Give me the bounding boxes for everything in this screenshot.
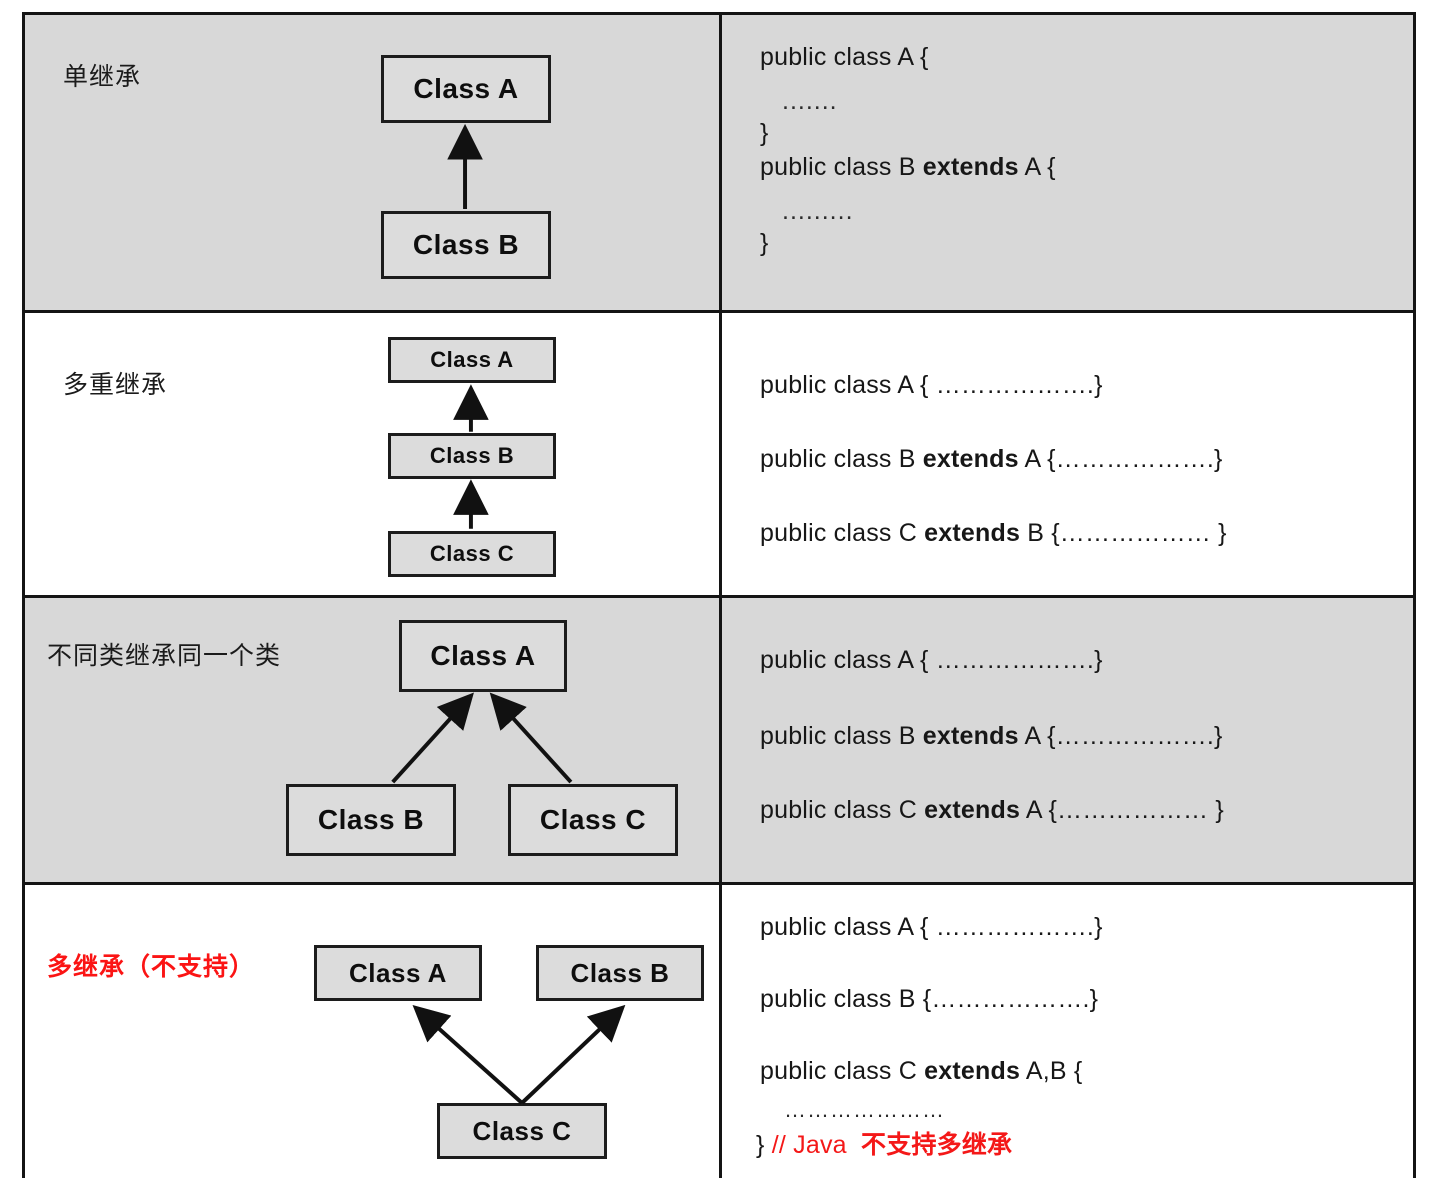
class-box-a: Class A — [381, 55, 551, 123]
class-box-c: Class C — [508, 784, 678, 856]
code-line-3-suffix: A {……………… } — [1020, 796, 1224, 824]
category-label-multilevel-inheritance: 多重继承 — [63, 371, 168, 399]
diagram-cell-multiple-inheritance: 多继承（不支持） Class A Class B Class C — [25, 885, 716, 1178]
code-line-4-suffix: A { — [1018, 153, 1056, 181]
code-line-3: public class C extends A,B { — [760, 1057, 1082, 1086]
code-line-2: public class B {……………….} — [760, 985, 1099, 1013]
code-line-2-dots: ....... — [782, 87, 838, 115]
code-line-3-suffix: A,B { — [1020, 1057, 1083, 1085]
code-cell-multiple-inheritance: public class A { ……………….} public class B… — [719, 885, 1413, 1178]
code-line-2-suffix: A {……………….} — [1018, 445, 1223, 473]
class-box-a: Class A — [388, 337, 556, 383]
code-keyword-extends: extends — [924, 796, 1021, 824]
class-box-c: Class C — [388, 531, 556, 577]
code-cell-single-inheritance: public class A { ....... } public class … — [719, 15, 1413, 310]
code-line-2-prefix: public class B — [760, 445, 923, 473]
code-cell-hierarchical-inheritance: public class A { ……………….} public class B… — [719, 598, 1413, 882]
code-line-2: public class B extends A {……………….} — [760, 722, 1223, 751]
class-box-a: Class A — [399, 620, 567, 692]
category-label-single-inheritance: 单继承 — [63, 63, 142, 91]
code-line-1: public class A { ……………….} — [760, 371, 1103, 399]
class-box-b: Class B — [388, 433, 556, 479]
code-closing-brace: } — [756, 1131, 772, 1159]
code-comment-chinese: 不支持多继承 — [861, 1131, 1013, 1159]
code-line-3-prefix: public class C — [760, 1057, 925, 1085]
code-line-3-prefix: public class C — [760, 796, 925, 824]
code-line-6: } — [760, 229, 769, 257]
code-line-4-dots: ………………… — [784, 1097, 945, 1122]
code-line-4-prefix: public class B — [760, 153, 923, 181]
category-label-hierarchical-inheritance: 不同类继承同一个类 — [47, 642, 282, 670]
code-line-3: public class C extends A {……………… } — [760, 796, 1224, 825]
code-keyword-extends: extends — [922, 153, 1019, 181]
code-line-3-suffix: B {……………… } — [1020, 519, 1227, 547]
code-keyword-extends: extends — [924, 1057, 1021, 1085]
class-box-b: Class B — [286, 784, 456, 856]
inheritance-arrows — [412, 1004, 626, 1105]
table-row-multilevel-inheritance: 多重继承 Class A Class B Class C public clas… — [25, 313, 1413, 598]
code-line-1: public class A { ……………….} — [760, 913, 1103, 941]
code-line-4: public class B extends A { — [760, 153, 1056, 182]
code-line-5: } // Java 不支持多继承 — [756, 1125, 1012, 1161]
code-line-2-suffix: A {……………….} — [1018, 722, 1223, 750]
table-row-multiple-inheritance-unsupported: 多继承（不支持） Class A Class B Class C public … — [25, 885, 1413, 1178]
code-line-2-prefix: public class B — [760, 722, 923, 750]
code-line-3-prefix: public class C — [760, 519, 925, 547]
diagram-cell-multilevel-inheritance: 多重继承 Class A Class B Class C — [25, 313, 716, 595]
code-line-1: public class A { — [760, 43, 929, 71]
inheritance-comparison-figure: 单继承 Class A Class B public class A { ...… — [0, 0, 1438, 1194]
code-line-2: public class B extends A {……………….} — [760, 445, 1223, 474]
code-comment-java: // Java — [771, 1131, 847, 1159]
table-row-hierarchical-inheritance: 不同类继承同一个类 Class A Class B Class C public… — [25, 598, 1413, 885]
code-keyword-extends: extends — [922, 722, 1019, 750]
class-box-b: Class B — [381, 211, 551, 279]
class-box-c: Class C — [437, 1103, 607, 1159]
diagram-cell-single-inheritance: 单继承 Class A Class B — [25, 15, 716, 310]
code-line-3: public class C extends B {……………… } — [760, 519, 1227, 548]
class-box-a: Class A — [314, 945, 482, 1001]
code-line-1: public class A { ……………….} — [760, 646, 1103, 674]
code-keyword-extends: extends — [922, 445, 1019, 473]
code-line-3: } — [760, 119, 769, 147]
category-label-multiple-inheritance-unsupported: 多继承（不支持） — [47, 953, 256, 981]
diagram-cell-hierarchical-inheritance: 不同类继承同一个类 Class A Class B Class C — [25, 598, 716, 882]
inheritance-arrows — [453, 384, 489, 529]
table-row-single-inheritance: 单继承 Class A Class B public class A { ...… — [25, 15, 1413, 313]
code-cell-multilevel-inheritance: public class A { ……………….} public class B… — [719, 313, 1413, 595]
class-box-b: Class B — [536, 945, 704, 1001]
code-keyword-extends: extends — [924, 519, 1021, 547]
code-line-5-dots: ......... — [782, 197, 854, 225]
inheritance-table: 单继承 Class A Class B public class A { ...… — [22, 12, 1416, 1178]
